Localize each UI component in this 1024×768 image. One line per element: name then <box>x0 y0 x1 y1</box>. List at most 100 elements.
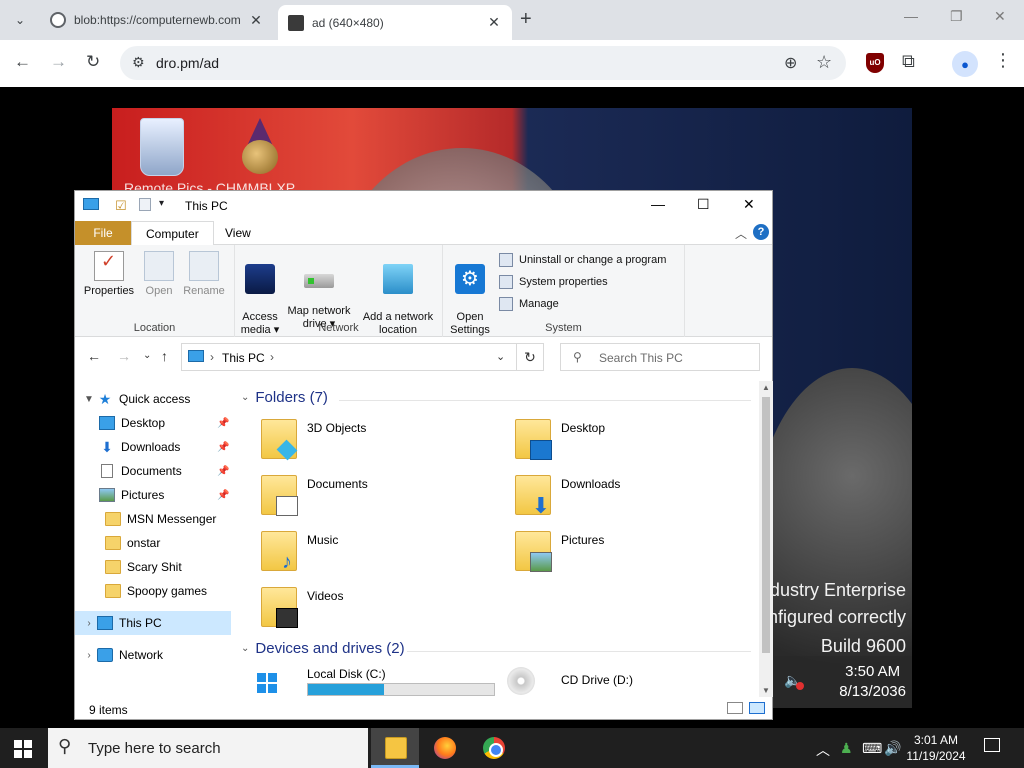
browser-tab[interactable]: blob:https://computernewb.com ✕ <box>40 5 274 35</box>
address-dropdown-icon[interactable]: ⌄ <box>496 350 505 363</box>
recent-locations-icon[interactable]: ⌄ <box>143 350 151 361</box>
folder-item-videos[interactable]: Videos <box>235 585 475 633</box>
explorer-address-bar[interactable]: › This PC › ⌄ <box>181 343 517 371</box>
remote-clock[interactable]: 3:50 AM 8/13/2036 <box>839 662 906 702</box>
ublock-extension-icon[interactable]: uO <box>866 53 884 73</box>
scrollbar-thumb[interactable] <box>762 397 770 653</box>
nav-item-msn-messenger[interactable]: MSN Messenger <box>75 507 231 531</box>
notification-icon[interactable] <box>984 738 1000 752</box>
extensions-puzzle-icon[interactable]: ⧉ <box>902 51 915 72</box>
explorer-title-bar[interactable]: ☑ ▾ This PC — ☐ ✕ <box>75 191 772 221</box>
recycle-bin-icon[interactable] <box>140 118 184 176</box>
breadcrumb[interactable]: This PC <box>222 351 265 365</box>
nav-item-documents[interactable]: Documents 📌 <box>75 459 231 483</box>
group-header-devices[interactable]: ⌄ Devices and drives (2) <box>241 640 405 657</box>
folder-icon <box>515 419 552 460</box>
restore-icon[interactable]: ❐ <box>950 8 963 25</box>
search-input[interactable]: ⚲ Search This PC <box>560 343 760 371</box>
user-status-icon[interactable]: ♟ <box>840 740 853 757</box>
up-arrow-icon[interactable]: ↑ <box>161 348 168 364</box>
tab-close-icon[interactable]: ✕ <box>248 12 264 29</box>
profile-avatar-icon[interactable]: ● <box>952 51 978 77</box>
nav-item-desktop[interactable]: Desktop 📌 <box>75 411 231 435</box>
large-icons-view-icon[interactable] <box>749 702 765 714</box>
new-tab-button[interactable]: + <box>520 8 532 30</box>
folder-item-documents[interactable]: Documents <box>235 473 475 521</box>
expand-chevron-icon[interactable]: › <box>81 618 97 629</box>
uninstall-program-button[interactable]: Uninstall or change a program <box>499 253 666 267</box>
minimize-icon[interactable]: — <box>651 196 665 212</box>
back-arrow-icon[interactable]: ← <box>14 52 31 72</box>
help-icon[interactable]: ? <box>753 224 769 240</box>
browser-menu-icon[interactable]: ⋮ <box>994 50 1012 71</box>
map-network-drive-button[interactable]: Map network drive ▾ <box>283 251 355 331</box>
back-arrow-icon[interactable]: ← <box>87 348 101 364</box>
tab-computer[interactable]: Computer <box>131 221 214 246</box>
folder-item-music[interactable]: ♪ Music <box>235 529 475 577</box>
taskbar-search-input[interactable]: ⚲ Type here to search <box>48 728 368 768</box>
system-properties-button[interactable]: System properties <box>499 275 608 289</box>
properties-quick-icon[interactable]: ☑ <box>115 198 127 214</box>
drive-name: Local Disk (C:) <box>307 667 386 681</box>
vertical-scrollbar[interactable]: ▲ ▼ <box>759 381 773 697</box>
drive-item-cd-drive[interactable]: CD Drive (D:) <box>489 667 739 697</box>
collapse-ribbon-icon[interactable]: ︿ <box>735 225 747 242</box>
nav-item-pictures[interactable]: Pictures 📌 <box>75 483 231 507</box>
minimize-icon[interactable]: — <box>904 8 918 24</box>
volume-icon[interactable]: 🔊 <box>884 740 901 757</box>
breadcrumb-chevron-icon[interactable]: › <box>270 350 274 364</box>
folder-item-downloads[interactable]: ⬇ Downloads <box>489 473 729 521</box>
manage-button[interactable]: Manage <box>499 297 559 311</box>
rename-button[interactable]: Rename <box>181 251 227 298</box>
browser-tab-active[interactable]: ad (640×480) ✕ <box>278 5 512 40</box>
url-text[interactable]: dro.pm/ad <box>156 55 219 71</box>
tab-close-icon[interactable]: ✕ <box>486 14 502 31</box>
expand-chevron-icon[interactable]: ▼ <box>81 394 97 405</box>
folder-item-pictures[interactable]: Pictures <box>489 529 729 577</box>
network-tray-icon[interactable]: ⌨ <box>862 740 882 757</box>
folder-item-desktop[interactable]: Desktop <box>489 417 729 465</box>
nav-item-this-pc[interactable]: › This PC <box>75 611 231 635</box>
forward-arrow-icon[interactable]: → <box>50 52 67 72</box>
address-bar[interactable]: ⚙ dro.pm/ad ⊕ ☆ <box>120 46 846 80</box>
computer-icon <box>83 198 99 210</box>
close-window-icon[interactable]: ✕ <box>994 8 1006 25</box>
refresh-button[interactable]: ↻ <box>516 343 544 371</box>
site-info-icon[interactable]: ⚙ <box>132 54 145 71</box>
scroll-up-icon[interactable]: ▲ <box>759 383 773 392</box>
customize-qat-icon[interactable]: ▾ <box>159 198 164 209</box>
scroll-down-icon[interactable]: ▼ <box>759 686 773 695</box>
maximize-icon[interactable]: ☐ <box>697 196 710 213</box>
drive-item-local-disk[interactable]: Local Disk (C:) <box>235 667 495 697</box>
group-header-folders[interactable]: ⌄ Folders (7) <box>241 389 328 406</box>
nav-item-onstar[interactable]: onstar <box>75 531 231 555</box>
folder-item-3d-objects[interactable]: 3D Objects <box>235 417 475 465</box>
taskbar-firefox[interactable] <box>420 728 468 768</box>
close-icon[interactable]: ✕ <box>743 196 755 213</box>
expand-chevron-icon[interactable]: › <box>81 650 97 661</box>
nav-item-quick-access[interactable]: ▼ ★ Quick access <box>75 387 231 411</box>
details-view-icon[interactable] <box>727 702 743 714</box>
pin-icon: 📌 <box>217 465 230 477</box>
nav-item-spoopy-games[interactable]: Spoopy games <box>75 579 231 603</box>
zoom-icon[interactable]: ⊕ <box>784 53 797 73</box>
bookmark-star-icon[interactable]: ☆ <box>816 52 832 73</box>
breadcrumb-chevron-icon[interactable]: › <box>210 350 214 364</box>
nav-item-scary[interactable]: Scary Shit <box>75 555 231 579</box>
nav-item-network[interactable]: › Network <box>75 643 231 667</box>
open-button[interactable]: Open <box>139 251 179 298</box>
nav-item-downloads[interactable]: ⬇ Downloads 📌 <box>75 435 231 459</box>
tab-file[interactable]: File <box>75 221 131 245</box>
windows-start-icon[interactable] <box>14 740 32 758</box>
forward-arrow-icon[interactable]: → <box>117 348 131 364</box>
tab-view[interactable]: View <box>211 221 265 245</box>
msn-messenger-desktop-icon[interactable] <box>240 118 280 174</box>
tab-search-button[interactable]: ⌄ <box>8 8 32 32</box>
show-hidden-icons-icon[interactable]: ︿ <box>816 740 830 760</box>
taskbar-chrome[interactable] <box>469 728 517 768</box>
reload-icon[interactable]: ↻ <box>86 52 100 72</box>
taskbar-clock[interactable]: 3:01 AM 11/19/2024 <box>900 732 972 764</box>
taskbar-file-explorer[interactable] <box>371 728 419 768</box>
properties-button[interactable]: Properties <box>81 251 137 298</box>
new-folder-quick-icon[interactable] <box>139 198 151 211</box>
